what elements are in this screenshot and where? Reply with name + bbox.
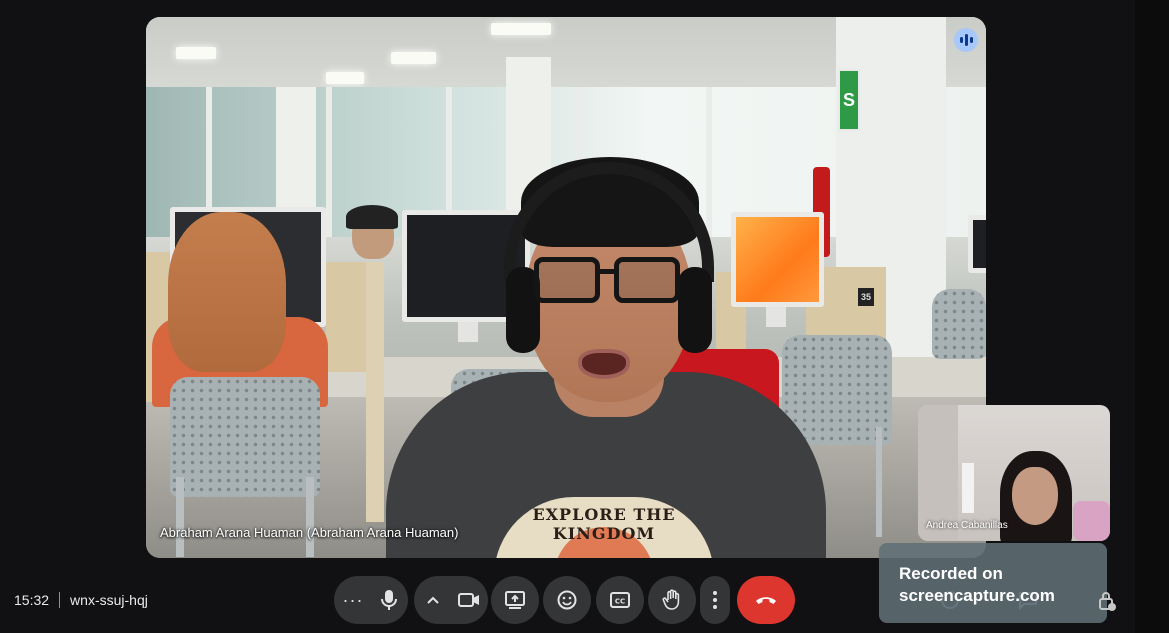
speaker-glasses-lens [614, 257, 680, 303]
video-chair-leg [306, 477, 314, 557]
video-chair-leg [176, 477, 184, 557]
speaker-mouth [578, 349, 630, 379]
main-video-tile[interactable]: S 35 EXPLORE THE KINGDOM Abraham Arana H… [146, 17, 986, 558]
video-person-left-hair [168, 212, 286, 372]
meeting-time: 15:32 [14, 592, 50, 608]
video-window-frame [326, 87, 332, 237]
video-window-frame [706, 87, 712, 237]
present-icon [505, 591, 525, 609]
video-pillar [276, 87, 316, 217]
video-chair-leg [876, 427, 882, 537]
video-ceiling-light [326, 72, 364, 84]
meeting-info-divider [59, 592, 61, 608]
video-chair [170, 377, 320, 497]
emoji-icon [557, 590, 577, 610]
video-desk-number: 35 [858, 288, 874, 306]
leave-call-button[interactable] [737, 576, 795, 624]
mic-icon [381, 590, 397, 610]
mic-button[interactable] [371, 576, 407, 624]
speaker-glasses-lens [534, 257, 600, 303]
call-end-icon [756, 597, 776, 604]
self-view-name-label: Andrea Cabanillas [926, 520, 1008, 531]
video-monitor [731, 212, 824, 307]
watermark-line-1: Recorded on [899, 564, 1003, 583]
watermark-line-2: screencapture.com [899, 586, 1055, 605]
meeting-info: 15:32 wnx-ssuj-hqj [14, 592, 148, 608]
hand-icon [662, 589, 680, 610]
video-monitor [968, 215, 986, 273]
self-view-tile[interactable]: Andrea Cabanillas [918, 405, 1110, 541]
video-ceiling-light [391, 52, 436, 64]
window-edge [1135, 0, 1169, 633]
mic-control-group: ··· [334, 576, 408, 624]
reactions-button[interactable] [543, 576, 591, 624]
speaker-shirt-print: EXPLORE THE KINGDOM [494, 497, 714, 558]
self-view-face [1012, 467, 1058, 525]
videocam-icon [458, 593, 479, 607]
video-ceiling-light [491, 23, 551, 35]
video-monitor-stand [766, 307, 786, 327]
more-horizontal-icon[interactable]: ··· [335, 576, 371, 624]
audio-level-icon [954, 28, 978, 52]
more-vertical-icon [713, 591, 717, 609]
meeting-code: wnx-ssuj-hqj [70, 592, 148, 608]
camera-button[interactable] [451, 576, 487, 624]
video-ceiling-light [176, 47, 216, 59]
self-view-object [1073, 501, 1110, 541]
video-background-person-hair [346, 205, 398, 229]
video-options-button[interactable] [415, 576, 451, 624]
raise-hand-button[interactable] [648, 576, 696, 624]
video-chair [932, 289, 986, 359]
participant-name-label: Abraham Arana Huaman (Abraham Arana Huam… [160, 525, 459, 540]
recording-watermark: Recorded on screencapture.com [879, 543, 1107, 623]
more-options-button[interactable] [700, 576, 730, 624]
video-desk-partition [366, 262, 384, 522]
speaker-glasses-bridge [598, 269, 616, 274]
camera-control-group [414, 576, 488, 624]
speaker-glasses [534, 257, 684, 305]
chevron-up-icon [427, 596, 439, 604]
present-screen-button[interactable] [491, 576, 539, 624]
host-controls-icon[interactable] [1098, 590, 1116, 612]
captions-button[interactable]: CC [596, 576, 644, 624]
svg-text:CC: CC [615, 598, 625, 606]
video-exit-sign: S [838, 69, 860, 131]
captions-icon: CC [610, 592, 630, 608]
video-monitor-stand [458, 322, 478, 342]
self-view-object [962, 463, 974, 513]
speaker-shirt-text: EXPLORE THE KINGDOM [532, 505, 676, 543]
